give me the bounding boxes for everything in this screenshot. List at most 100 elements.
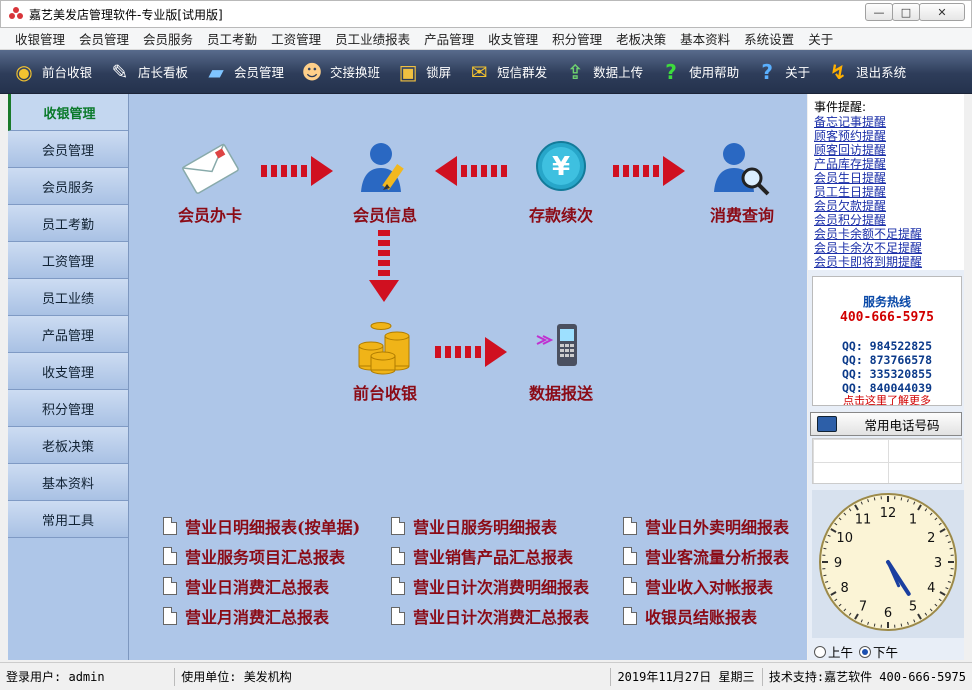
users-icon: ☻ bbox=[301, 59, 323, 84]
arrow-down-icon bbox=[369, 230, 399, 302]
report-link[interactable]: 营业收入对帐报表 bbox=[623, 574, 773, 598]
sidebar-item[interactable]: 员工考勤 bbox=[8, 205, 128, 242]
menu-item[interactable]: 积分管理 bbox=[545, 29, 609, 48]
event-reminder-link[interactable]: 会员积分提醒 bbox=[814, 213, 958, 227]
menu-item[interactable]: 产品管理 bbox=[417, 29, 481, 48]
sidebar-item[interactable]: 员工业绩 bbox=[8, 279, 128, 316]
report-link[interactable]: 营业日明细报表(按单据) bbox=[163, 514, 360, 538]
event-reminder-link[interactable]: 会员卡余额不足提醒 bbox=[814, 227, 958, 241]
sidebar-item[interactable]: 基本资料 bbox=[8, 464, 128, 501]
toolbar-lock-button[interactable]: ▣ 锁屏 bbox=[394, 57, 451, 87]
consume-query-node[interactable]: 消费查询 bbox=[687, 138, 797, 226]
event-reminder-link[interactable]: 会员卡即将到期提醒 bbox=[814, 255, 958, 269]
sidebar-item[interactable]: 积分管理 bbox=[8, 390, 128, 427]
menu-bar: 收银管理 会员管理 会员服务 员工考勤 工资管理 员工业绩报表 产品管理 收支管理 积分管理 老板… bbox=[0, 28, 972, 50]
report-link[interactable]: 营业日外卖明细报表 bbox=[623, 514, 789, 538]
sidebar-item[interactable]: 收银管理 bbox=[8, 94, 128, 131]
deposit-node[interactable]: ¥ 存款续次 bbox=[506, 138, 616, 226]
menu-item[interactable]: 员工业绩报表 bbox=[328, 29, 417, 48]
member-info-node[interactable]: 会员信息 bbox=[330, 138, 440, 226]
toolbar-about-button[interactable]: ? 关于 bbox=[753, 57, 810, 87]
menu-item[interactable]: 员工考勤 bbox=[200, 29, 264, 48]
sidebar-item[interactable]: 产品管理 bbox=[8, 316, 128, 353]
support-label: 技术支持: bbox=[768, 670, 825, 684]
menu-item[interactable]: 老板决策 bbox=[609, 29, 673, 48]
mobile-send-icon bbox=[529, 316, 593, 376]
sidebar-item[interactable]: 会员管理 bbox=[8, 131, 128, 168]
maximize-button[interactable]: □ bbox=[892, 3, 920, 21]
document-icon bbox=[391, 517, 405, 535]
sidebar-item[interactable]: 常用工具 bbox=[8, 501, 128, 538]
minimize-button[interactable]: — bbox=[865, 3, 893, 21]
phone-book-label: 常用电话号码 bbox=[864, 417, 940, 433]
report-link[interactable]: 营业日计次消费明细报表 bbox=[391, 574, 589, 598]
sidebar-item[interactable]: 工资管理 bbox=[8, 242, 128, 279]
event-reminder-link[interactable]: 备忘记事提醒 bbox=[814, 115, 958, 129]
event-reminder-link[interactable]: 顾客预约提醒 bbox=[814, 129, 958, 143]
hotline-title: 服务热线 bbox=[862, 295, 911, 309]
qq-number: QQ: 873766578 bbox=[841, 353, 932, 367]
event-reminder-link[interactable]: 员工生日提醒 bbox=[814, 185, 958, 199]
report-label: 营业日服务明细报表 bbox=[413, 518, 558, 537]
hotline-more-link[interactable]: 点击这里了解更多 bbox=[813, 395, 961, 405]
report-link[interactable]: 收银员结账报表 bbox=[623, 604, 757, 628]
event-reminder-link[interactable]: 顾客回访提醒 bbox=[814, 143, 958, 157]
toolbar-label: 交接换班 bbox=[330, 65, 381, 80]
menu-item[interactable]: 工资管理 bbox=[264, 29, 328, 48]
toolbar-help-button[interactable]: ? 使用帮助 bbox=[657, 57, 739, 87]
exit-icon: ↯ bbox=[829, 59, 847, 84]
report-link[interactable]: 营业客流量分析报表 bbox=[623, 544, 789, 568]
toolbar-label: 店长看板 bbox=[138, 65, 189, 80]
report-link[interactable]: 营业日消费汇总报表 bbox=[163, 574, 329, 598]
menu-item[interactable]: 会员服务 bbox=[136, 29, 200, 48]
sidebar-item[interactable]: 收支管理 bbox=[8, 353, 128, 390]
menu-item[interactable]: 关于 bbox=[801, 29, 840, 48]
toolbar-users-button[interactable]: ☻ 交接换班 bbox=[298, 57, 380, 87]
report-link[interactable]: 营业日服务明细报表 bbox=[391, 514, 557, 538]
event-reminder-link[interactable]: 会员生日提醒 bbox=[814, 171, 958, 185]
toolbar-label: 使用帮助 bbox=[689, 65, 740, 80]
document-icon bbox=[623, 547, 637, 565]
data-send-node[interactable]: 数据报送 bbox=[506, 316, 616, 404]
menu-item[interactable]: 会员管理 bbox=[72, 29, 136, 48]
am-radio[interactable] bbox=[814, 645, 826, 658]
cashier-node[interactable]: 前台收银 bbox=[330, 316, 440, 404]
report-link[interactable]: 营业日计次消费汇总报表 bbox=[391, 604, 589, 628]
menu-item[interactable]: 收银管理 bbox=[8, 29, 72, 48]
phone-book-button[interactable]: 常用电话号码 bbox=[810, 412, 962, 436]
menu-item[interactable]: 基本资料 bbox=[673, 29, 737, 48]
toolbar-coins-button[interactable]: ◉ 前台收银 bbox=[10, 57, 92, 87]
unit-label: 使用单位: bbox=[181, 670, 237, 684]
report-label: 营业客流量分析报表 bbox=[645, 548, 790, 567]
service-hotline[interactable]: 服务热线 400-666-5975 QQ: 984522825 QQ: 87376… bbox=[812, 276, 962, 406]
event-reminder-link[interactable]: 会员卡余次不足提醒 bbox=[814, 241, 958, 255]
toolbar-card-button[interactable]: ▰ 会员管理 bbox=[202, 57, 284, 87]
user-label: 登录用户: bbox=[6, 670, 62, 684]
toolbar-label: 关于 bbox=[785, 65, 811, 80]
event-reminder-link[interactable]: 产品库存提醒 bbox=[814, 157, 958, 171]
menu-item[interactable]: 收支管理 bbox=[481, 29, 545, 48]
clock-number: 9 bbox=[834, 556, 842, 571]
report-link[interactable]: 营业月消费汇总报表 bbox=[163, 604, 329, 628]
member-card-label: 会员办卡 bbox=[177, 206, 242, 225]
report-label: 营业销售产品汇总报表 bbox=[413, 548, 574, 567]
toolbar-upload-button[interactable]: ⇪ 数据上传 bbox=[561, 57, 643, 87]
pm-radio[interactable] bbox=[859, 645, 872, 658]
report-link[interactable]: 营业销售产品汇总报表 bbox=[391, 544, 573, 568]
toolbar-exit-button[interactable]: ↯ 退出系统 bbox=[824, 57, 906, 87]
qq-number: QQ: 984522825 bbox=[841, 339, 932, 353]
report-link[interactable]: 营业服务项目汇总报表 bbox=[163, 544, 345, 568]
sidebar-item[interactable]: 老板决策 bbox=[8, 427, 128, 464]
event-reminder-link[interactable]: 会员欠款提醒 bbox=[814, 199, 958, 213]
toolbar-pen-button[interactable]: ✎ 店长看板 bbox=[106, 57, 188, 87]
main-panel: 会员办卡 会员信息 ¥ 存款续次 消费查询 前台收银 数据报送 营业日明细报表(… bbox=[129, 94, 807, 660]
menu-item[interactable]: 系统设置 bbox=[737, 29, 801, 48]
member-card-node[interactable]: 会员办卡 bbox=[155, 138, 265, 226]
document-icon bbox=[391, 607, 405, 625]
sidebar-item[interactable]: 会员服务 bbox=[8, 168, 128, 205]
clock-number: 8 bbox=[841, 581, 849, 596]
upload-icon: ⇪ bbox=[566, 59, 584, 84]
close-button[interactable]: ✕ bbox=[919, 3, 965, 21]
am-label: 上午 bbox=[828, 645, 854, 660]
toolbar-sms-button[interactable]: ✉ 短信群发 bbox=[465, 57, 547, 87]
